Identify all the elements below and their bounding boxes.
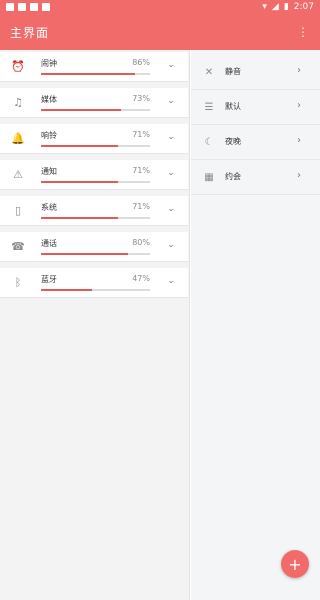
volume-percent: 47% xyxy=(132,274,150,283)
volume-slider-fill xyxy=(41,73,135,75)
chevron-right-icon: › xyxy=(297,100,301,111)
volume-card-0[interactable]: ⏰ 闹钟 86% ⌄ xyxy=(0,52,188,82)
volume-percent: 71% xyxy=(132,202,150,211)
phone-call-icon: ☎ xyxy=(11,240,25,253)
alarm-icon: ⏰ xyxy=(11,60,25,73)
music-note-icon: ♫ xyxy=(13,96,23,109)
add-button[interactable]: + xyxy=(281,550,309,578)
signal-icon: ◢ xyxy=(271,1,279,12)
volume-label: 闹钟 xyxy=(41,59,57,68)
status-notification-icon xyxy=(6,3,14,11)
volume-slider[interactable] xyxy=(41,217,150,219)
mute-icon: ✕ xyxy=(204,67,214,78)
volume-slider-fill xyxy=(41,217,118,219)
status-time: 2:07 xyxy=(293,2,314,12)
volume-percent: 86% xyxy=(132,58,150,67)
calendar-icon: ▦ xyxy=(204,172,214,183)
volume-label: 通话 xyxy=(41,239,57,248)
volume-slider-fill xyxy=(41,109,121,111)
phone-device-icon: ▯ xyxy=(14,204,22,217)
bluetooth-icon: ᛒ xyxy=(14,276,22,289)
mode-label: 约会 xyxy=(225,172,241,181)
volume-label: 媒体 xyxy=(41,95,57,104)
bell-icon: 🔔 xyxy=(11,132,25,145)
mode-item-0[interactable]: ✕ 静音 › xyxy=(191,56,320,90)
volume-label: 响铃 xyxy=(41,131,57,140)
mode-label: 夜晚 xyxy=(225,137,241,146)
volume-percent: 71% xyxy=(132,130,150,139)
tune-icon: ☰ xyxy=(204,102,214,113)
chevron-down-icon[interactable]: ⌄ xyxy=(166,96,176,106)
moon-icon: ☾ xyxy=(204,137,214,148)
mode-label: 默认 xyxy=(225,102,241,111)
volume-slider-fill xyxy=(41,181,118,183)
volume-label: 通知 xyxy=(41,167,57,176)
volume-card-2[interactable]: 🔔 响铃 71% ⌄ xyxy=(0,124,188,154)
warning-icon: ⚠ xyxy=(13,168,23,181)
app-bar: 主界面 ⋮ xyxy=(0,14,320,50)
page-title: 主界面 xyxy=(10,25,50,40)
volume-slider[interactable] xyxy=(41,73,150,75)
volume-slider[interactable] xyxy=(41,145,150,147)
volume-slider[interactable] xyxy=(41,109,150,111)
volume-slider-fill xyxy=(41,289,92,291)
volume-label: 系统 xyxy=(41,203,57,212)
mode-label: 静音 xyxy=(225,67,241,76)
status-bar: ▾ ◢ ▮ 2:07 xyxy=(0,0,320,14)
volume-slider-fill xyxy=(41,145,118,147)
volume-card-1[interactable]: ♫ 媒体 73% ⌄ xyxy=(0,88,188,118)
chevron-right-icon: › xyxy=(297,65,301,76)
volume-label: 蓝牙 xyxy=(41,275,57,284)
chevron-down-icon[interactable]: ⌄ xyxy=(166,132,176,142)
volume-card-4[interactable]: ▯ 系统 71% ⌄ xyxy=(0,196,188,226)
status-notification-icon xyxy=(42,3,50,11)
volume-slider[interactable] xyxy=(41,253,150,255)
chevron-down-icon[interactable]: ⌄ xyxy=(166,168,176,178)
more-vert-icon[interactable]: ⋮ xyxy=(296,26,310,38)
status-notification-icon xyxy=(30,3,38,11)
status-notification-icon xyxy=(18,3,26,11)
chevron-right-icon: › xyxy=(297,135,301,146)
volume-card-6[interactable]: ᛒ 蓝牙 47% ⌄ xyxy=(0,268,188,298)
volume-slider[interactable] xyxy=(41,289,150,291)
volume-slider-fill xyxy=(41,253,128,255)
wifi-icon: ▾ xyxy=(262,1,267,12)
volume-percent: 80% xyxy=(132,238,150,247)
volume-slider[interactable] xyxy=(41,181,150,183)
chevron-down-icon[interactable]: ⌄ xyxy=(166,240,176,250)
add-icon: + xyxy=(288,554,302,574)
mode-item-2[interactable]: ☾ 夜晚 › xyxy=(191,126,320,160)
mode-item-1[interactable]: ☰ 默认 › xyxy=(191,91,320,125)
mode-item-3[interactable]: ▦ 约会 › xyxy=(191,161,320,195)
chevron-down-icon[interactable]: ⌄ xyxy=(166,204,176,214)
chevron-down-icon[interactable]: ⌄ xyxy=(166,60,176,70)
status-right-icons: ▾ ◢ ▮ 2:07 xyxy=(262,2,314,12)
chevron-down-icon[interactable]: ⌄ xyxy=(166,276,176,286)
volume-percent: 71% xyxy=(132,166,150,175)
volume-card-3[interactable]: ⚠ 通知 71% ⌄ xyxy=(0,160,188,190)
volume-percent: 73% xyxy=(132,94,150,103)
chevron-right-icon: › xyxy=(297,170,301,181)
status-left-icons xyxy=(6,3,50,11)
battery-icon: ▮ xyxy=(283,1,289,12)
volume-card-5[interactable]: ☎ 通话 80% ⌄ xyxy=(0,232,188,262)
